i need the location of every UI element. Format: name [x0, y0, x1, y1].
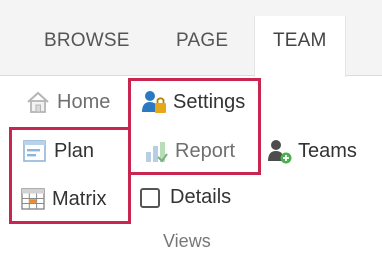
- matrix-label: Matrix: [52, 187, 107, 210]
- ribbon-root: BROWSE PAGE TEAM Home Settings Plan Repo…: [0, 0, 382, 255]
- home-icon: [25, 89, 51, 115]
- matrix-button[interactable]: Matrix: [20, 186, 106, 212]
- home-button[interactable]: Home: [25, 89, 110, 115]
- plan-icon: [22, 138, 48, 164]
- home-label: Home: [57, 90, 111, 113]
- report-label: Report: [175, 139, 236, 162]
- settings-label: Settings: [173, 90, 246, 113]
- report-button[interactable]: Report: [143, 138, 235, 164]
- details-toggle[interactable]: Details: [138, 186, 231, 209]
- details-label: Details: [170, 186, 232, 208]
- teams-button[interactable]: Teams: [266, 138, 357, 164]
- matrix-grid-icon: [20, 186, 46, 212]
- add-team-icon: [266, 138, 292, 164]
- tab-team[interactable]: TEAM: [273, 30, 327, 52]
- bar-chart-icon: [143, 138, 169, 164]
- user-lock-icon: [141, 89, 167, 115]
- teams-label: Teams: [298, 139, 357, 162]
- views-group-label: Views: [163, 231, 211, 251]
- plan-button[interactable]: Plan: [22, 138, 94, 164]
- tab-browse[interactable]: BROWSE: [44, 30, 130, 52]
- settings-button[interactable]: Settings: [141, 89, 245, 115]
- details-checkbox[interactable]: [140, 187, 160, 208]
- tab-page[interactable]: PAGE: [176, 30, 228, 52]
- plan-label: Plan: [54, 139, 95, 162]
